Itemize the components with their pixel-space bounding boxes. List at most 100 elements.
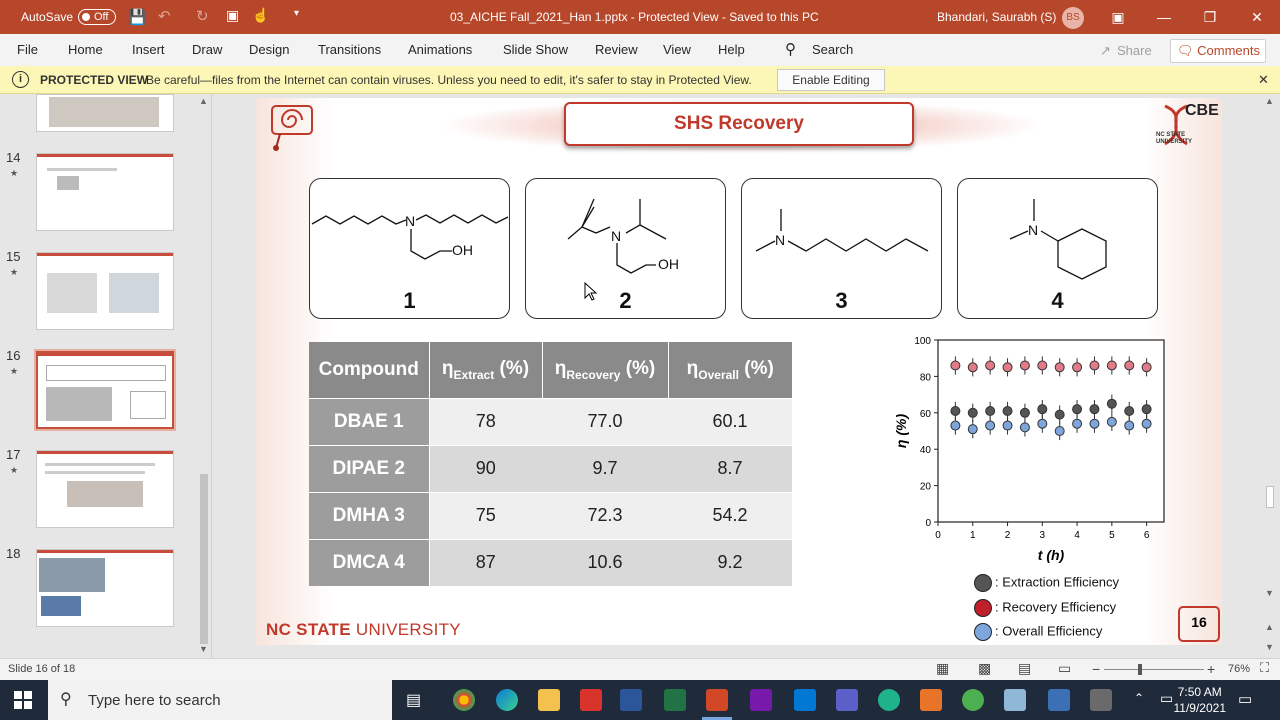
thumbnail-scrollbar[interactable]: ▲ ▼ [198, 94, 210, 658]
editor-scrollbar[interactable]: ▲ ▼ ▲ ▼ [1264, 94, 1276, 658]
previous-slide-icon[interactable]: ▲ [1265, 622, 1274, 632]
molecule-card-4: N 4 [957, 178, 1158, 319]
word-icon[interactable] [620, 689, 642, 711]
atom-label: OH [452, 242, 473, 258]
taskbar-search-box[interactable]: ⚲ Type here to search [48, 680, 392, 720]
tab-file[interactable]: File [17, 42, 38, 57]
windows-taskbar: ⚲ Type here to search ▤ ⌃ ▭ 7:50 AM 11/9… [0, 680, 1280, 720]
app-icon[interactable] [1048, 689, 1070, 711]
legend-extraction: : Extraction Efficiency [974, 574, 1119, 592]
thumbnail-slide-17[interactable] [36, 450, 174, 528]
recovery-value: 72.3 [542, 491, 668, 539]
thumbnail-slide-15[interactable] [36, 252, 174, 330]
windows-start-icon[interactable] [14, 691, 32, 709]
onenote-icon[interactable] [750, 689, 772, 711]
display-icon[interactable]: ▭ [1160, 690, 1173, 707]
excel-icon[interactable] [664, 689, 686, 711]
comments-button[interactable]: 🗨 Comments [1170, 39, 1266, 63]
x-tick-label: 5 [1109, 530, 1115, 541]
tab-design[interactable]: Design [249, 42, 289, 57]
restore-icon[interactable]: ❐ [1202, 9, 1218, 26]
enable-editing-button[interactable]: Enable Editing [777, 69, 885, 91]
protected-view-bar: i PROTECTED VIEW Be careful—files from t… [0, 66, 1280, 94]
slide-sorter-icon[interactable]: ▩ [978, 660, 991, 677]
data-point [1054, 426, 1065, 436]
tab-transitions[interactable]: Transitions [318, 42, 381, 57]
zoom-slider[interactable] [1104, 669, 1204, 670]
scroll-up-icon[interactable]: ▲ [199, 96, 208, 106]
scroll-down-icon[interactable]: ▼ [199, 644, 208, 654]
zoom-in-button[interactable]: + [1207, 661, 1215, 677]
compound-name: DIPAE 2 [309, 444, 430, 492]
x-tick-label: 6 [1144, 530, 1150, 541]
thumbnail-slide-16[interactable] [34, 349, 176, 431]
redo-icon[interactable]: ↻ [196, 7, 209, 25]
legend-marker [974, 623, 992, 641]
fit-to-window-icon[interactable]: ⛶ [1260, 660, 1269, 676]
app-icon[interactable] [962, 689, 984, 711]
app-icon[interactable] [878, 689, 900, 711]
tab-draw[interactable]: Draw [192, 42, 222, 57]
close-icon[interactable]: ✕ [1249, 9, 1265, 26]
app-icon[interactable] [1090, 689, 1112, 711]
notifications-icon[interactable]: ▭ [1238, 690, 1252, 708]
zoom-level[interactable]: 76% [1228, 663, 1250, 675]
acrobat-icon[interactable] [580, 689, 602, 711]
tab-insert[interactable]: Insert [132, 42, 165, 57]
scroll-down-icon[interactable]: ▼ [1265, 588, 1274, 598]
tab-animations[interactable]: Animations [408, 42, 472, 57]
next-slide-icon[interactable]: ▼ [1265, 642, 1274, 652]
taskbar-clock[interactable]: 7:50 AM 11/9/2021 [1174, 684, 1227, 716]
data-point [1019, 422, 1030, 433]
zoom-out-button[interactable]: − [1092, 661, 1100, 677]
tab-home[interactable]: Home [68, 42, 103, 57]
chrome-icon[interactable] [453, 689, 475, 711]
header-compound: Compound [309, 342, 430, 398]
teams-icon[interactable] [836, 689, 858, 711]
autosave-toggle[interactable]: Off [78, 9, 116, 25]
normal-view-icon[interactable]: ▦ [936, 660, 949, 677]
thumbnail-slide-14[interactable] [36, 153, 174, 231]
reading-view-icon[interactable]: ▤ [1018, 660, 1031, 677]
tab-review[interactable]: Review [595, 42, 638, 57]
edge-icon[interactable] [496, 689, 518, 711]
task-view-icon[interactable]: ▤ [406, 690, 421, 710]
data-point [967, 424, 978, 435]
user-name[interactable]: Bhandari, Saurabh (S) [937, 10, 1056, 24]
slide-page-number: 16 [1178, 606, 1220, 642]
slide-show-icon[interactable]: ▭ [1058, 660, 1071, 677]
share-button[interactable]: ↗ Share [1100, 40, 1158, 62]
thumbnail-slide-18[interactable] [36, 549, 174, 627]
tab-slide-show[interactable]: Slide Show [503, 42, 568, 57]
molecule-structure-1: N OH [311, 213, 509, 260]
customize-toolbar-icon[interactable]: ▾ [294, 8, 299, 19]
ribbon-display-icon[interactable]: ▣ [1110, 9, 1126, 26]
data-point [950, 405, 961, 416]
file-explorer-icon[interactable] [538, 689, 560, 711]
search-label[interactable]: Search [812, 42, 853, 57]
save-icon[interactable]: 💾 [128, 8, 147, 26]
scroll-up-icon[interactable]: ▲ [1265, 96, 1274, 106]
zoom-slider-thumb[interactable] [1138, 664, 1142, 675]
thumbnail-slide-13[interactable] [36, 94, 174, 132]
minimize-icon[interactable]: — [1156, 9, 1172, 25]
tray-chevron-icon[interactable]: ⌃ [1134, 691, 1144, 705]
tab-view[interactable]: View [663, 42, 691, 57]
powerpoint-icon[interactable] [706, 689, 728, 711]
app-icon[interactable] [920, 689, 942, 711]
close-bar-icon[interactable]: ✕ [1258, 72, 1269, 88]
slide-canvas[interactable]: SHS Recovery CBE NC STATE UNIVERSITY N O… [256, 98, 1222, 645]
y-tick-label: 80 [920, 372, 932, 383]
undo-icon[interactable]: ↶ [158, 7, 171, 25]
app-icon[interactable] [1004, 689, 1026, 711]
molecule-card-3: N 3 [741, 178, 942, 319]
thumbnail-number: 16 [6, 348, 21, 363]
data-point [1037, 360, 1048, 371]
touch-mode-icon[interactable]: ☝ [252, 7, 269, 24]
avatar[interactable]: BS [1062, 7, 1084, 29]
data-point [967, 407, 978, 418]
presentation-icon[interactable]: ▣ [226, 7, 239, 24]
tab-help[interactable]: Help [718, 42, 745, 57]
search-icon[interactable]: ⚲ [785, 40, 796, 58]
outlook-icon[interactable] [794, 689, 816, 711]
